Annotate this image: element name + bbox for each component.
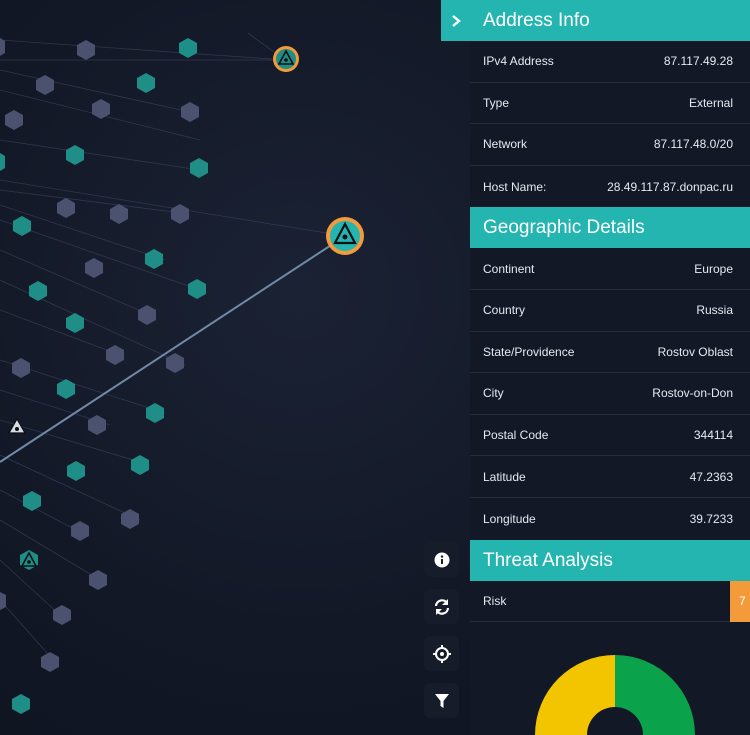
refresh-button[interactable] [424, 589, 459, 624]
label: Continent [483, 261, 535, 276]
label: City [483, 386, 504, 401]
row-country: Country Russia [470, 290, 750, 332]
chevron-right-icon [451, 14, 461, 27]
value: 28.49.117.87.donpac.ru [607, 179, 733, 194]
filter-button[interactable] [424, 683, 459, 718]
address-info-title: Address Info [483, 10, 590, 31]
value: 47.2363 [689, 469, 733, 484]
node-teal [13, 216, 31, 236]
value: Russia [696, 303, 733, 318]
value: 87.117.49.28 [663, 54, 733, 69]
risk-badge: 7 [730, 580, 750, 622]
node-gray [36, 75, 54, 95]
row-state: State/Providence Rostov Oblast [470, 332, 750, 374]
row-risk: Risk 7 [470, 580, 750, 623]
node-teal [146, 403, 164, 423]
node-gray [53, 605, 71, 625]
crosshair-icon [432, 644, 451, 663]
node-gray [92, 99, 110, 119]
node-gray [41, 652, 59, 672]
node-gray [5, 110, 23, 130]
donut-yellow-segment [535, 655, 615, 735]
node-teal [12, 694, 30, 714]
node-gray [85, 258, 103, 278]
node-teal [29, 281, 47, 301]
row-city: City Rostov-on-Don [470, 373, 750, 415]
label: Host Name: [483, 179, 547, 194]
value: 344114 [693, 428, 733, 443]
label: Longitude [483, 511, 536, 526]
value: Europe [694, 261, 733, 276]
value: Rostov-on-Don [652, 386, 733, 401]
node-gray [0, 592, 6, 610]
node-teal [145, 249, 163, 269]
value: Rostov Oblast [657, 344, 733, 359]
center-button[interactable] [424, 636, 459, 671]
node-gray [106, 345, 124, 365]
node-teal [57, 379, 75, 399]
collapse-panel-button[interactable] [441, 0, 470, 41]
selected-node-small[interactable] [273, 46, 299, 72]
label: Latitude [483, 469, 526, 484]
node-gray [57, 198, 75, 218]
row-type: Type External [470, 83, 750, 125]
value: 87.117.48.0/20 [653, 137, 733, 152]
node-teal [188, 279, 206, 299]
node-gray [71, 521, 89, 541]
node-gray [88, 415, 106, 435]
row-postal-code: Postal Code 344114 [470, 415, 750, 457]
selected-node-large[interactable] [326, 217, 364, 255]
details-panel[interactable]: IPv4 Address 87.117.49.28 Type External … [470, 0, 750, 735]
node-teal [67, 461, 85, 481]
node-teal [137, 73, 155, 93]
row-hostname: Host Name: 28.49.117.87.donpac.ru [470, 166, 750, 208]
node-gray [12, 358, 30, 378]
threat-node[interactable] [7, 417, 27, 434]
node-gray [166, 353, 184, 373]
row-latitude: Latitude 47.2363 [470, 456, 750, 498]
info-icon [434, 552, 449, 567]
graph-nodes[interactable] [0, 38, 208, 714]
address-info-header: Address Info [441, 0, 750, 41]
graph-edges [0, 32, 346, 663]
info-button[interactable] [424, 542, 459, 577]
node-gray [138, 305, 156, 325]
node-gray [171, 204, 189, 224]
value: External [688, 95, 733, 110]
node-gray [110, 204, 128, 224]
threat-node[interactable] [20, 550, 38, 570]
label: State/Providence [483, 344, 575, 359]
threat-analysis-header: Threat Analysis [470, 539, 750, 581]
geographic-details-header: Geographic Details [470, 207, 750, 249]
donut-green-segment [615, 655, 695, 735]
node-teal [23, 491, 41, 511]
highlighted-edge [0, 235, 346, 463]
label: Risk [483, 593, 507, 608]
node-teal [0, 153, 5, 171]
filter-icon [434, 693, 449, 708]
label: Type [483, 95, 510, 110]
label: Country [483, 303, 526, 318]
label: Postal Code [483, 428, 549, 443]
node-gray [77, 40, 95, 60]
node-teal [190, 158, 208, 178]
risk-donut-chart [535, 655, 695, 735]
refresh-icon [434, 598, 449, 615]
node-teal [66, 313, 84, 333]
row-ipv4: IPv4 Address 87.117.49.28 [470, 41, 750, 83]
row-continent: Continent Europe [470, 248, 750, 290]
node-gray [0, 38, 5, 56]
node-teal [131, 455, 149, 475]
node-gray [89, 570, 107, 590]
label: IPv4 Address [483, 54, 554, 69]
node-teal [179, 38, 197, 58]
value: 39.7233 [689, 511, 733, 526]
node-teal [66, 145, 84, 165]
row-network: Network 87.117.48.0/20 [470, 124, 750, 166]
node-gray [181, 102, 199, 122]
label: Network [483, 137, 528, 152]
row-longitude: Longitude 39.7233 [470, 498, 750, 540]
